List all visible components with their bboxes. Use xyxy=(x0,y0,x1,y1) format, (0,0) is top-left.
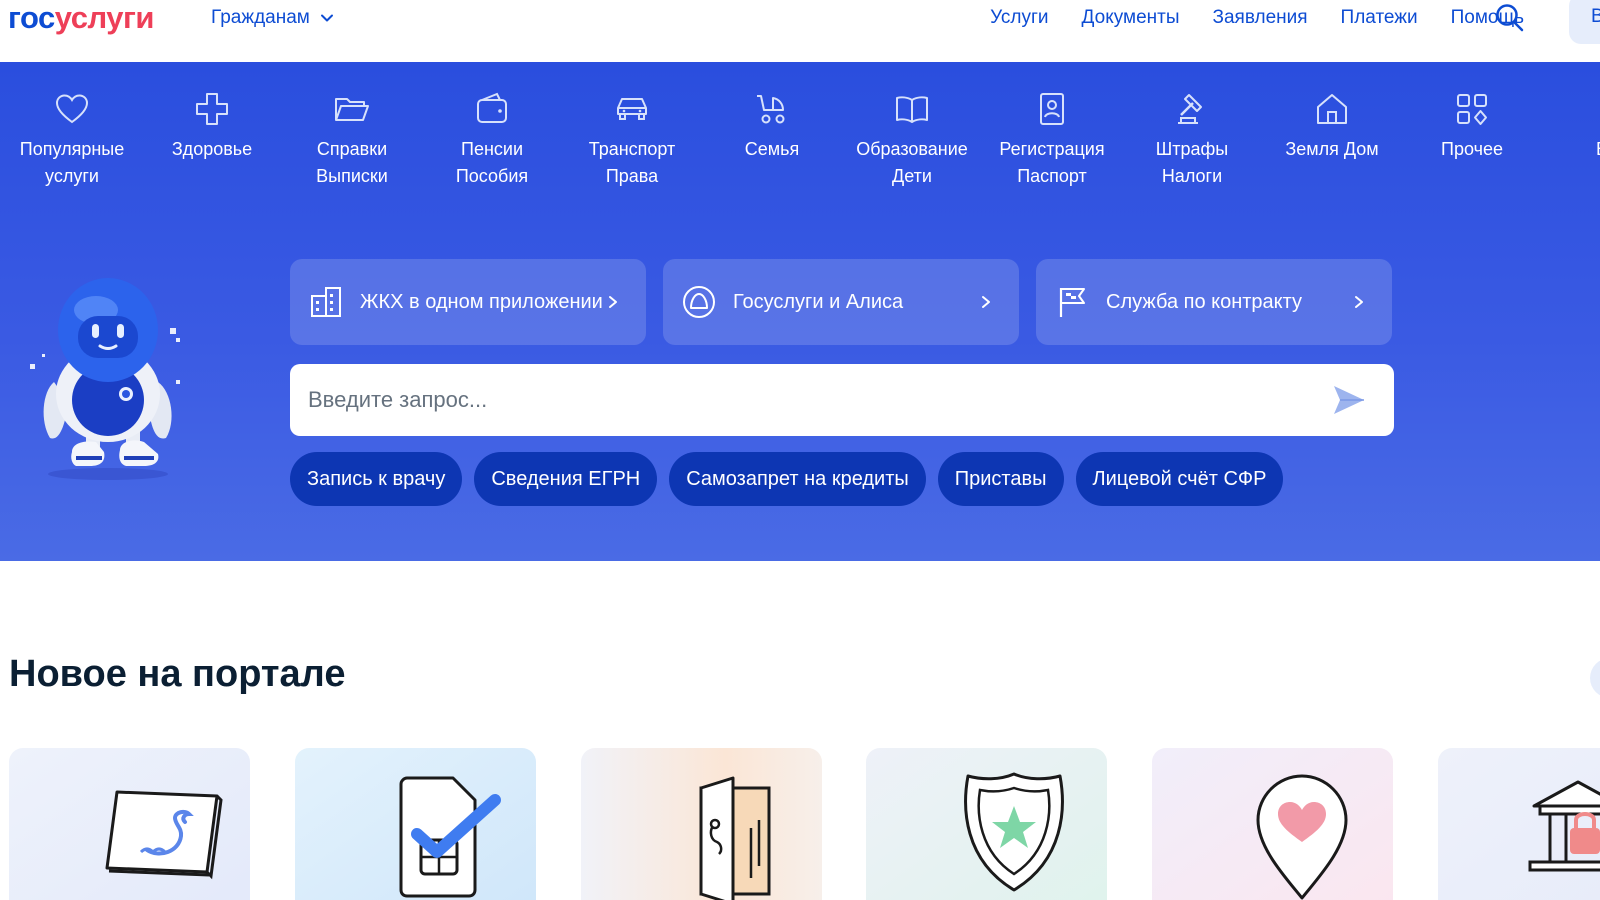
audience-label: Гражданам xyxy=(211,7,310,28)
category-certificates[interactable]: Справки Выписки xyxy=(284,90,420,190)
category-land-house[interactable]: Земля Дом xyxy=(1264,90,1400,163)
news-card[interactable] xyxy=(1152,748,1393,900)
promo-alice[interactable]: Госуслуги и Алиса xyxy=(663,259,1019,345)
chevron-right-icon xyxy=(982,296,990,308)
news-card[interactable] xyxy=(9,748,250,900)
stroller-icon xyxy=(757,95,785,124)
login-button[interactable]: В xyxy=(1569,0,1600,44)
news-card[interactable] xyxy=(1438,748,1600,900)
car-icon xyxy=(617,98,647,120)
chip-egrn[interactable]: Сведения ЕГРН xyxy=(474,452,658,506)
category-fines[interactable]: Штрафы Налоги xyxy=(1124,90,1260,190)
category-education[interactable]: Образование Дети xyxy=(844,90,980,190)
category-registration[interactable]: Регистрация Паспорт xyxy=(984,90,1120,190)
bank-lock-icon xyxy=(1438,748,1600,900)
alice-icon xyxy=(683,286,715,318)
search-box xyxy=(290,364,1394,436)
chip-doctor-appointment[interactable]: Запись к врачу xyxy=(290,452,463,506)
category-transport[interactable]: Транспорт Права xyxy=(564,90,700,190)
quick-links: Запись к врачу Сведения ЕГРН Самозапрет … xyxy=(290,452,1284,506)
nav-payments[interactable]: Платежи xyxy=(1341,4,1418,32)
house-icon xyxy=(1317,94,1347,124)
nav-services[interactable]: Услуги xyxy=(990,4,1048,32)
nav-applications[interactable]: Заявления xyxy=(1213,4,1308,32)
category-pensions[interactable]: Пенсии Пособия xyxy=(424,90,560,190)
news-card[interactable] xyxy=(295,748,536,900)
news-card[interactable] xyxy=(866,748,1107,900)
chip-bailiffs[interactable]: Приставы xyxy=(937,452,1064,506)
search-icon[interactable] xyxy=(1494,2,1526,34)
promo-zhkh[interactable]: ЖКХ в одном приложении xyxy=(290,259,646,345)
search-input[interactable] xyxy=(308,364,1308,436)
chip-sfr-account[interactable]: Лицевой счёт СФР xyxy=(1075,452,1284,506)
category-other[interactable]: Прочее xyxy=(1404,90,1540,163)
flag-icon xyxy=(1059,288,1085,317)
plus-cross-icon xyxy=(196,93,228,125)
section-title-new: Новое на портале xyxy=(9,653,346,695)
promo-contract-service[interactable]: Служба по контракту xyxy=(1036,259,1392,345)
send-arrow-icon[interactable] xyxy=(1332,384,1366,416)
partial-icon xyxy=(1593,90,1600,128)
chevron-right-icon xyxy=(609,296,617,308)
postcard-icon xyxy=(9,748,250,900)
building-icon xyxy=(311,287,341,317)
gavel-icon xyxy=(1178,94,1202,124)
shield-star-icon xyxy=(866,748,1107,900)
book-icon xyxy=(896,96,928,123)
news-cards xyxy=(9,748,1600,900)
category-health[interactable]: Здоровье xyxy=(144,90,280,163)
slider-next-button[interactable] xyxy=(1590,658,1600,698)
category-popular[interactable]: Популярные услуги xyxy=(4,90,140,190)
audience-dropdown[interactable]: Гражданам xyxy=(211,4,334,32)
top-header: госуслуги Гражданам Услуги Документы Зая… xyxy=(0,0,1600,62)
main-nav: Услуги Документы Заявления Платежи Помощ… xyxy=(990,4,1524,32)
wallet-icon xyxy=(477,92,507,123)
location-heart-icon xyxy=(1152,748,1393,900)
sim-card-check-icon xyxy=(295,748,536,900)
gosuslugi-logo[interactable]: госуслуги xyxy=(8,0,154,38)
chip-credit-ban[interactable]: Самозапрет на кредиты xyxy=(669,452,926,506)
chevron-down-icon xyxy=(320,14,333,22)
nav-documents[interactable]: Документы xyxy=(1082,4,1180,32)
category-family[interactable]: Семья xyxy=(704,90,840,163)
folder-icon xyxy=(335,98,369,121)
robot-mascot-icon xyxy=(30,278,180,480)
category-departments[interactable]: Вед xyxy=(1544,90,1600,163)
category-bar: Популярные услуги Здоровье Справки Выпис… xyxy=(0,90,1600,200)
door-icon xyxy=(581,748,822,900)
chevron-right-icon xyxy=(1355,296,1363,308)
heart-icon xyxy=(55,94,89,124)
news-card[interactable] xyxy=(581,748,822,900)
grid-icon xyxy=(1457,94,1487,125)
passport-icon xyxy=(1040,93,1064,125)
hero-banner: Популярные услуги Здоровье Справки Выпис… xyxy=(0,62,1600,561)
